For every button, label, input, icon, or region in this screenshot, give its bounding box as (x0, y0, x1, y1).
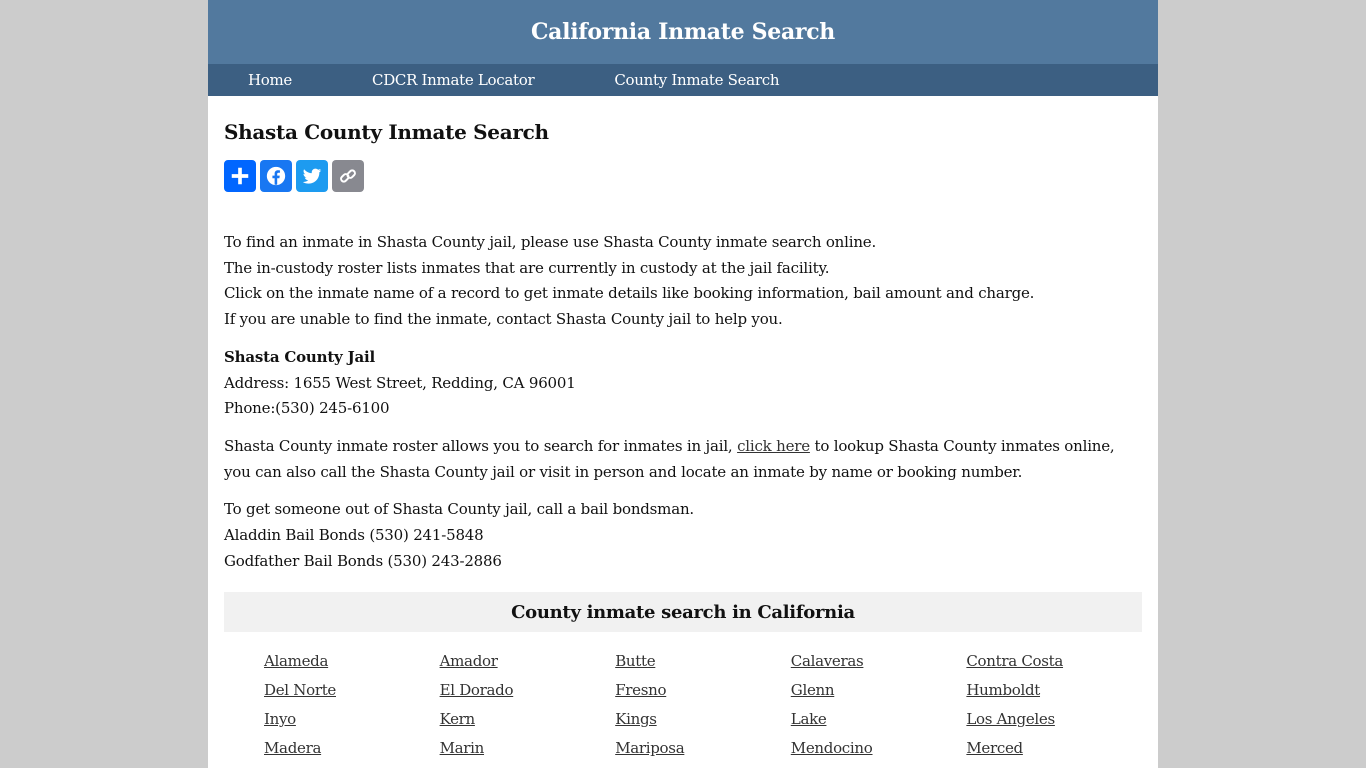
county-section-title: County inmate search in California (511, 601, 855, 623)
county-link[interactable]: Amador (440, 652, 498, 670)
facebook-share-button[interactable] (260, 160, 292, 192)
county-link[interactable]: Los Angeles (966, 710, 1055, 728)
county-link[interactable]: Del Norte (264, 681, 336, 699)
county-cell: Humboldt (966, 679, 1142, 702)
county-link[interactable]: El Dorado (440, 681, 514, 699)
county-cell: Butte (615, 650, 791, 673)
county-link[interactable]: Contra Costa (966, 652, 1063, 670)
roster-paragraph: Shasta County inmate roster allows you t… (224, 434, 1142, 485)
plus-icon (231, 167, 249, 185)
county-cell: Mendocino (791, 737, 967, 760)
click-here-link[interactable]: click here (737, 437, 810, 455)
county-link-grid: Alameda Amador Butte Calaveras Contra Costa D… (224, 632, 1142, 760)
facebook-icon (266, 166, 286, 186)
county-link[interactable]: Madera (264, 739, 321, 757)
county-cell: Alameda (264, 650, 440, 673)
county-link[interactable]: Humboldt (966, 681, 1040, 699)
county-cell: Glenn (791, 679, 967, 702)
roster-text: Shasta County inmate roster allows you t… (224, 436, 738, 455)
county-link[interactable]: Lake (791, 710, 827, 728)
county-section-header: County inmate search in California (224, 592, 1142, 633)
county-link[interactable]: Calaveras (791, 652, 864, 670)
county-cell: Mariposa (615, 737, 791, 760)
bail-paragraph: To get someone out of Shasta County jail… (224, 497, 1142, 574)
county-cell: Madera (264, 737, 440, 760)
intro-paragraph: To find an inmate in Shasta County jail,… (224, 230, 1142, 333)
county-cell: Amador (440, 650, 616, 673)
jail-phone: Phone:(530) 245-6100 (224, 399, 390, 418)
county-cell: Kings (615, 708, 791, 731)
county-cell: Los Angeles (966, 708, 1142, 731)
county-link[interactable]: Glenn (791, 681, 835, 699)
county-cell: El Dorado (440, 679, 616, 702)
county-link[interactable]: Mariposa (615, 739, 684, 757)
county-cell: Inyo (264, 708, 440, 731)
intro-line: Click on the inmate name of a record to … (224, 284, 1035, 303)
county-cell: Del Norte (264, 679, 440, 702)
twitter-icon (302, 168, 322, 184)
county-link[interactable]: Alameda (264, 652, 328, 670)
county-cell: Marin (440, 737, 616, 760)
county-link[interactable]: Kern (440, 710, 476, 728)
page: California Inmate Search Home CDCR Inmat… (208, 0, 1158, 768)
county-link[interactable]: Kings (615, 710, 657, 728)
site-title: California Inmate Search (530, 19, 836, 45)
jail-name: Shasta County Jail (224, 347, 376, 366)
county-cell: Lake (791, 708, 967, 731)
intro-line: If you are unable to find the inmate, co… (224, 310, 783, 329)
copy-link-button[interactable] (332, 160, 364, 192)
county-link[interactable]: Mendocino (791, 739, 873, 757)
twitter-share-button[interactable] (296, 160, 328, 192)
county-link[interactable]: Fresno (615, 681, 666, 699)
main-nav: Home CDCR Inmate Locator County Inmate S… (208, 64, 1158, 96)
county-cell: Merced (966, 737, 1142, 760)
share-bar (224, 160, 1142, 192)
county-link[interactable]: Inyo (264, 710, 296, 728)
county-cell: Calaveras (791, 650, 967, 673)
county-link[interactable]: Butte (615, 652, 655, 670)
bondsman-entry: Aladdin Bail Bonds (530) 241-5848 (224, 526, 484, 545)
bondsman-entry: Godfather Bail Bonds (530) 243-2886 (224, 551, 502, 570)
main-content: Shasta County Inmate Search To find an i… (208, 96, 1158, 760)
intro-line: To find an inmate in Shasta County jail,… (224, 233, 877, 251)
nav-county-inmate-search[interactable]: County Inmate Search (614, 71, 779, 89)
county-cell: Contra Costa (966, 650, 1142, 673)
nav-home[interactable]: Home (248, 71, 292, 89)
county-cell: Fresno (615, 679, 791, 702)
share-button[interactable] (224, 160, 256, 192)
jail-address: Address: 1655 West Street, Redding, CA 9… (224, 373, 576, 392)
bail-intro: To get someone out of Shasta County jail… (224, 500, 694, 519)
link-icon (340, 169, 356, 183)
county-link[interactable]: Merced (966, 739, 1023, 757)
intro-line: The in-custody roster lists inmates that… (224, 258, 830, 277)
county-cell: Kern (440, 708, 616, 731)
site-header: California Inmate Search (208, 0, 1158, 64)
jail-info: Shasta County Jail Address: 1655 West St… (224, 345, 1142, 422)
nav-cdcr-inmate-locator[interactable]: CDCR Inmate Locator (372, 71, 535, 89)
county-link[interactable]: Marin (440, 739, 485, 757)
page-title: Shasta County Inmate Search (224, 120, 549, 144)
